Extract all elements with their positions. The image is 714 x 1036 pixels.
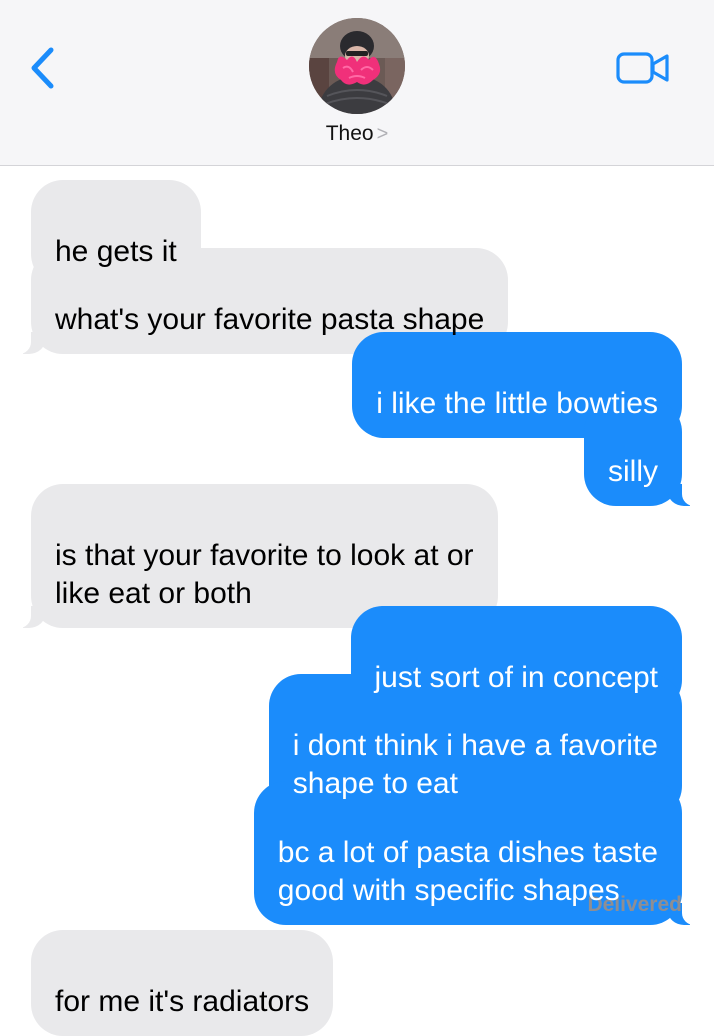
message-bubble-sent[interactable]: bc a lot of pasta dishes taste good with…: [253, 781, 701, 925]
facetime-video-button[interactable]: [612, 46, 674, 90]
avatar-photo: [309, 18, 405, 114]
message-text: what's your favorite pasta shape: [55, 303, 485, 336]
video-camera-icon: [616, 52, 669, 84]
contact-avatar[interactable]: [309, 18, 405, 114]
message-text: i like the little bowties: [376, 387, 658, 420]
back-button[interactable]: [22, 42, 62, 94]
message-text: he gets it: [55, 235, 177, 268]
contact-name-button[interactable]: Theo >: [0, 122, 714, 146]
contact-name: Theo: [325, 122, 374, 145]
message-text: silly: [608, 455, 658, 488]
message-text: is that your favorite to look at or like…: [55, 539, 474, 610]
message-text: bc a lot of pasta dishes taste good with…: [277, 836, 658, 907]
message-thread[interactable]: he gets it what's your favorite pasta sh…: [0, 166, 714, 1036]
conversation-header: Theo >: [0, 0, 714, 166]
message-bubble-received[interactable]: for me it's radiators: [31, 930, 334, 1036]
message-text: just sort of in concept: [374, 661, 658, 694]
chevron-right-icon: >: [376, 123, 389, 145]
chevron-left-icon: [31, 47, 54, 89]
message-text: for me it's radiators: [55, 985, 310, 1018]
